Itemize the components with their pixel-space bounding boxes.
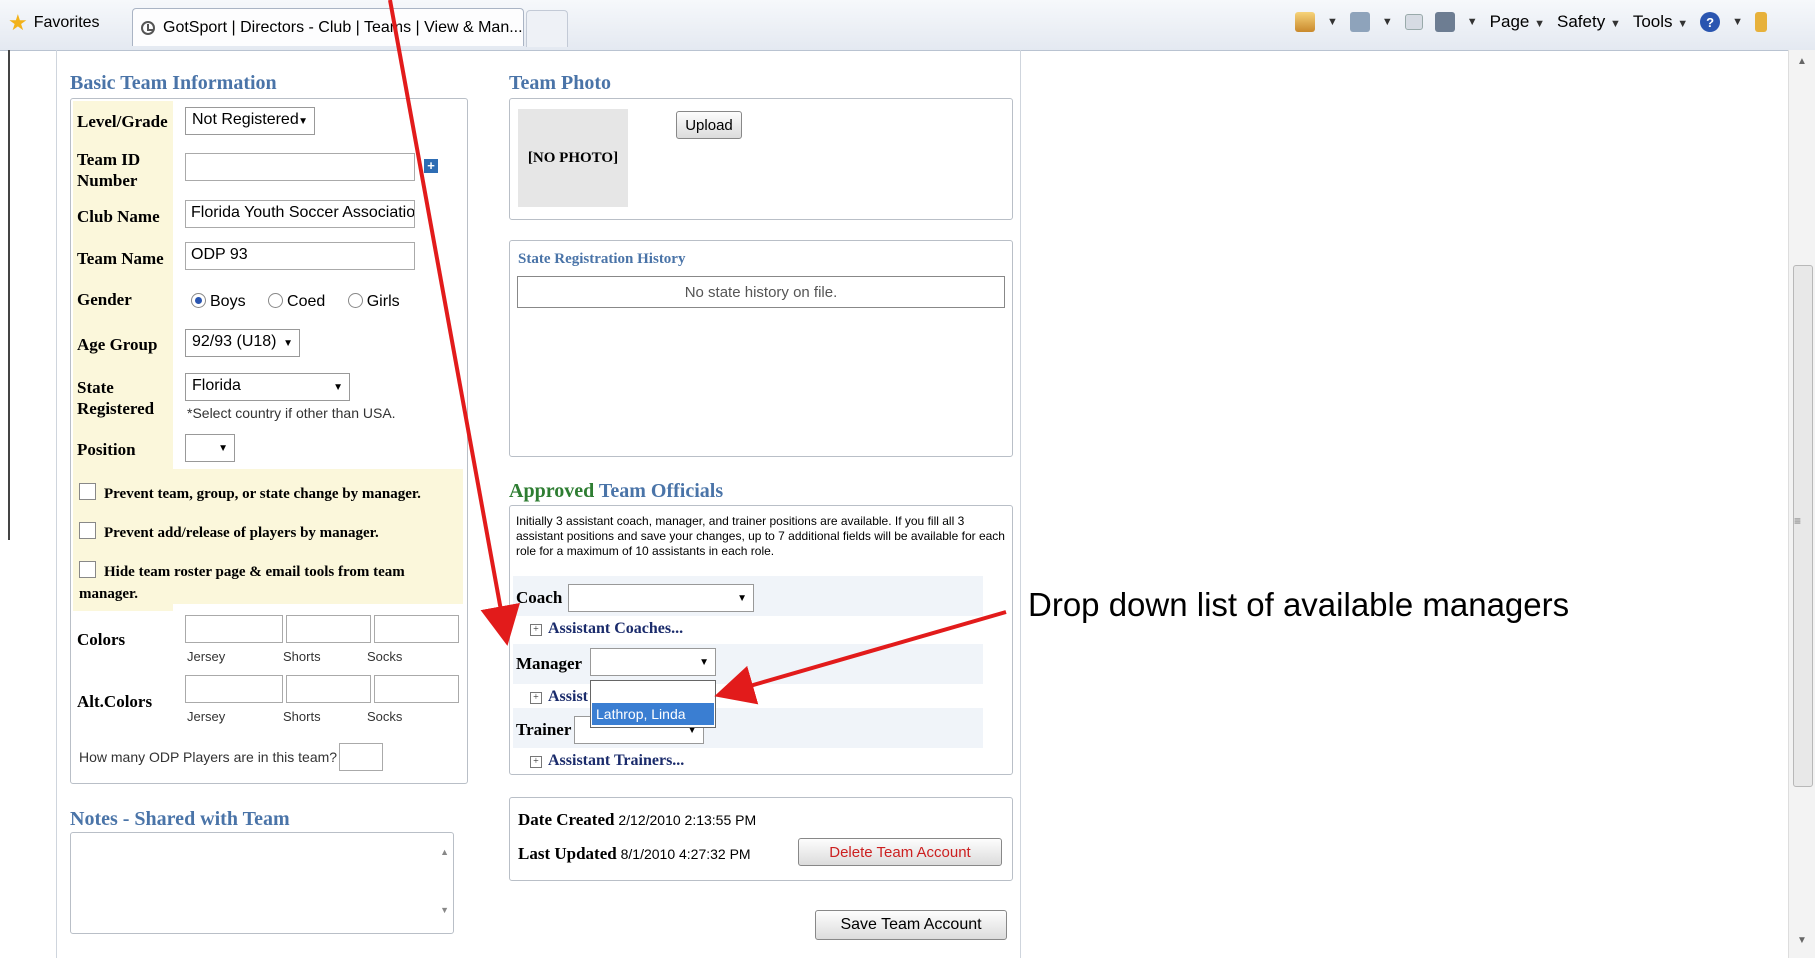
annotation-arrows (388, 0, 1007, 705)
arrow-to-manager-field (388, 0, 520, 646)
arrow-to-dropdown (714, 610, 1007, 705)
